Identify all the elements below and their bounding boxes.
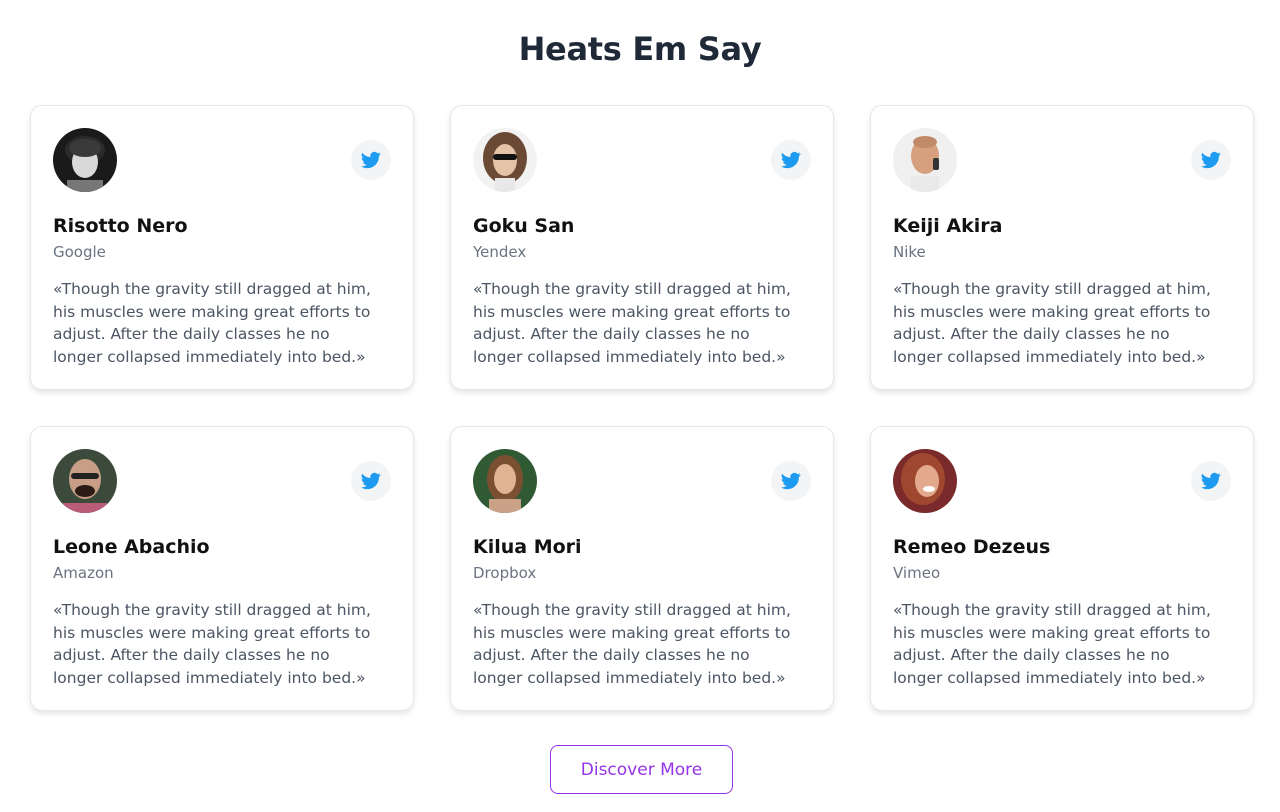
twitter-button[interactable] xyxy=(351,461,391,501)
avatar xyxy=(473,128,537,192)
twitter-button[interactable] xyxy=(1191,140,1231,180)
testimonial-card: Leone Abachio Amazon «Though the gravity… xyxy=(30,426,414,711)
card-header xyxy=(53,449,391,513)
person-name: Risotto Nero xyxy=(53,215,188,237)
twitter-button[interactable] xyxy=(351,140,391,180)
twitter-icon xyxy=(781,151,801,169)
person-name: Kilua Mori xyxy=(473,536,582,558)
testimonial-quote: «Though the gravity still dragged at him… xyxy=(893,280,1211,366)
avatar xyxy=(53,128,117,192)
person-name: Keiji Akira xyxy=(893,215,1003,237)
testimonial-quote: «Though the gravity still dragged at him… xyxy=(473,280,791,366)
twitter-icon xyxy=(361,151,381,169)
testimonial-card: Keiji Akira Nike «Though the gravity sti… xyxy=(870,105,1254,390)
testimonial-quote: «Though the gravity still dragged at him… xyxy=(53,601,371,687)
testimonial-card: Risotto Nero Google «Though the gravity … xyxy=(30,105,414,390)
company-name: Nike xyxy=(893,243,926,261)
person-name: Remeo Dezeus xyxy=(893,536,1051,558)
company-name: Yendex xyxy=(473,243,527,261)
avatar xyxy=(53,449,117,513)
page-title: Heats Em Say xyxy=(518,30,762,68)
twitter-icon xyxy=(1201,151,1221,169)
card-header xyxy=(893,128,1231,192)
card-header xyxy=(473,128,811,192)
person-name: Leone Abachio xyxy=(53,536,210,558)
testimonial-quote: «Though the gravity still dragged at him… xyxy=(473,601,791,687)
company-name: Amazon xyxy=(53,564,114,582)
avatar xyxy=(893,449,957,513)
avatar xyxy=(473,449,537,513)
twitter-icon xyxy=(781,472,801,490)
company-name: Vimeo xyxy=(893,564,941,582)
avatar xyxy=(893,128,957,192)
testimonial-card: Goku San Yendex «Though the gravity stil… xyxy=(450,105,834,390)
person-name: Goku San xyxy=(473,215,575,237)
twitter-icon xyxy=(1201,472,1221,490)
card-header xyxy=(473,449,811,513)
twitter-button[interactable] xyxy=(771,140,811,180)
company-name: Google xyxy=(53,243,106,261)
twitter-button[interactable] xyxy=(1191,461,1231,501)
card-header xyxy=(53,128,391,192)
testimonial-card: Remeo Dezeus Vimeo «Though the gravity s… xyxy=(870,426,1254,711)
twitter-icon xyxy=(361,472,381,490)
testimonial-quote: «Though the gravity still dragged at him… xyxy=(53,280,371,366)
testimonial-card: Kilua Mori Dropbox «Though the gravity s… xyxy=(450,426,834,711)
twitter-button[interactable] xyxy=(771,461,811,501)
discover-more-button[interactable]: Discover More xyxy=(550,745,733,794)
testimonial-grid: Risotto Nero Google «Though the gravity … xyxy=(30,105,1254,711)
card-header xyxy=(893,449,1231,513)
company-name: Dropbox xyxy=(473,564,537,582)
testimonial-quote: «Though the gravity still dragged at him… xyxy=(893,601,1211,687)
